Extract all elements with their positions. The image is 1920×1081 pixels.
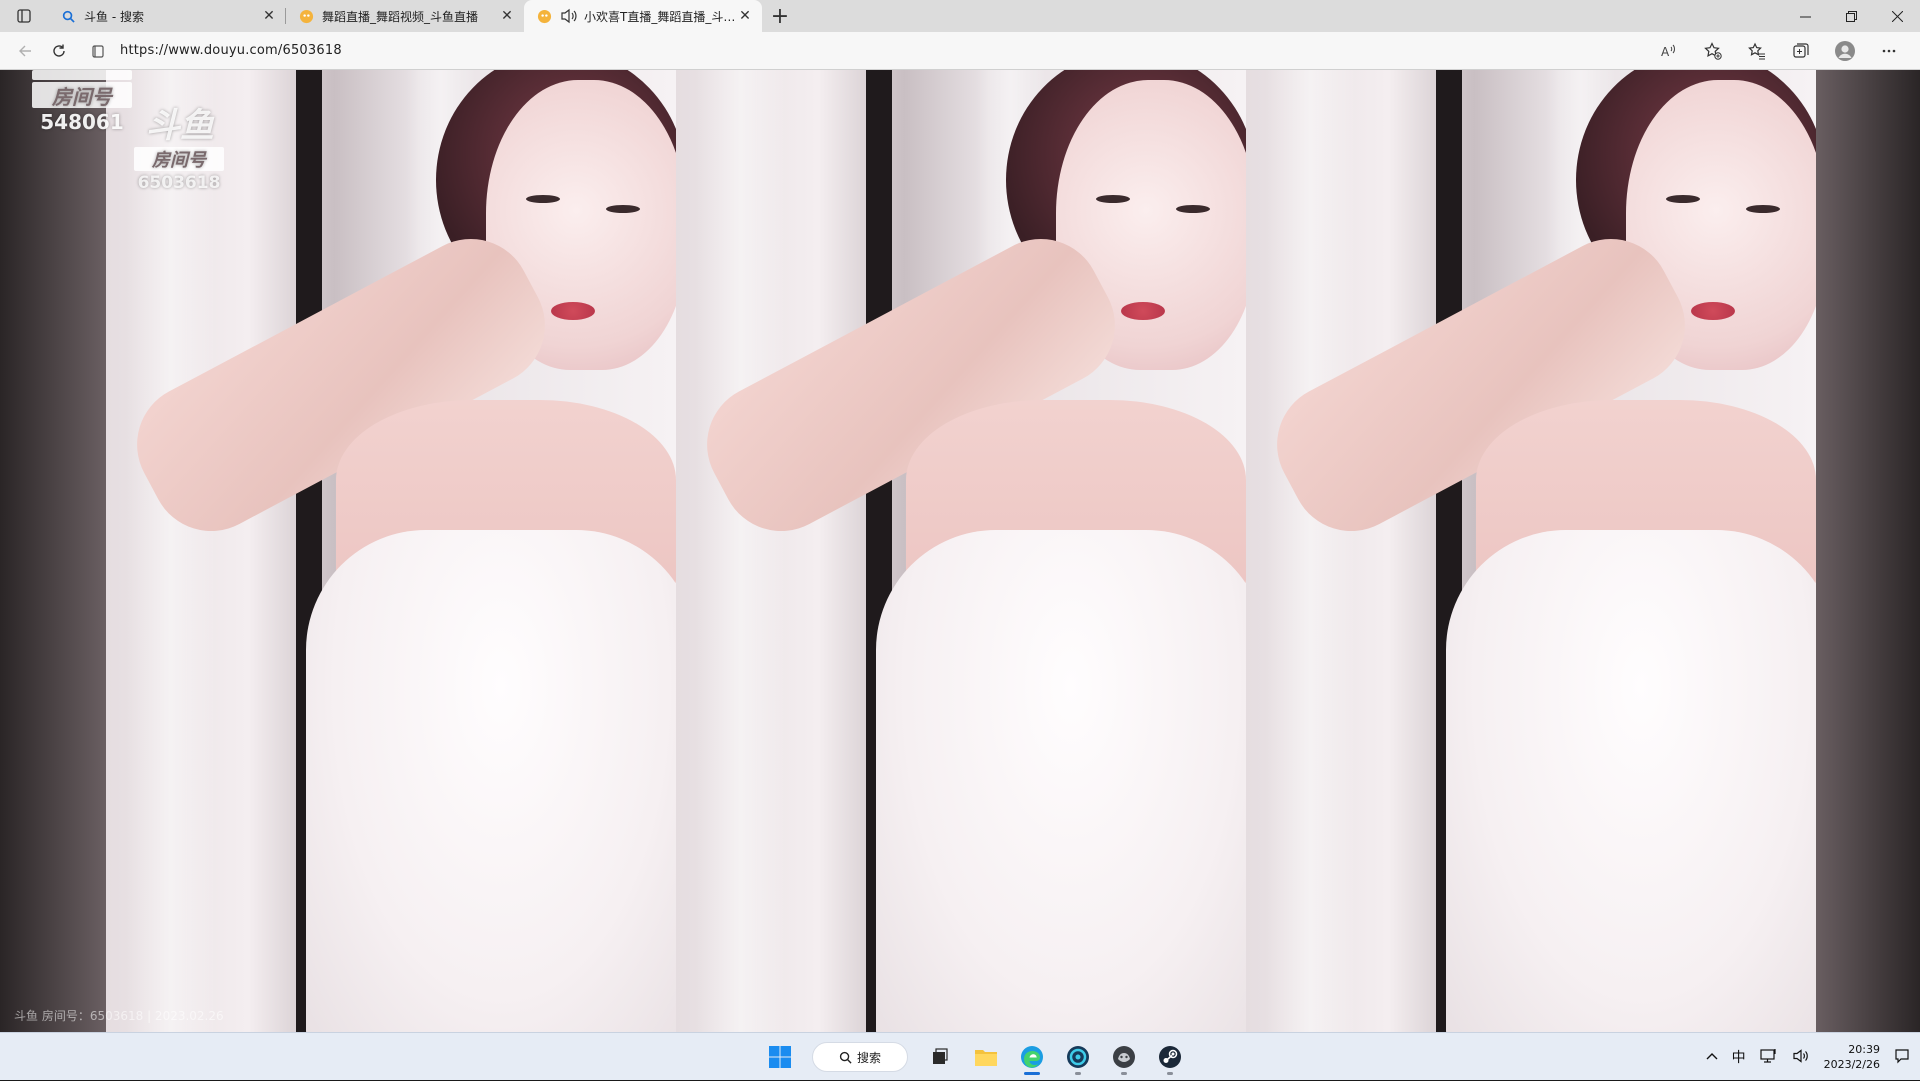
chevron-up-icon[interactable] xyxy=(1706,1050,1718,1064)
clock[interactable]: 20:39 2023/2/26 xyxy=(1824,1042,1880,1072)
folder-icon xyxy=(975,1050,997,1066)
read-aloud-button[interactable]: A xyxy=(1652,36,1686,66)
video-frame-panel xyxy=(1246,70,1816,1032)
tab-actions-button[interactable] xyxy=(0,0,48,32)
video-frame-panel xyxy=(106,70,676,1032)
tab-strip: 斗鱼 - 搜索 ✕ 舞蹈直播_舞蹈视频_斗鱼直播 ✕ 小欢喜T直播_舞蹈直播_斗… xyxy=(0,0,1920,32)
favorites-icon xyxy=(1748,42,1765,59)
taskbar: 搜索 中 20:39 2023/2/26 xyxy=(0,1032,1920,1080)
favorites-button[interactable] xyxy=(1740,36,1774,66)
read-aloud-icon: A xyxy=(1661,44,1675,59)
refresh-button[interactable] xyxy=(42,36,76,66)
arrow-left-icon xyxy=(19,45,31,56)
page-info-icon[interactable] xyxy=(90,43,106,59)
tab-dance-live[interactable]: 舞蹈直播_舞蹈视频_斗鱼直播 ✕ xyxy=(286,0,524,32)
start-button[interactable] xyxy=(760,1037,800,1077)
video-caption: 斗鱼 房间号：6503618 | 2023.02.26 xyxy=(14,1009,224,1023)
close-icon[interactable]: ✕ xyxy=(260,7,278,25)
watermark-room-number: 6503618 xyxy=(137,173,221,193)
steam-button[interactable] xyxy=(1150,1037,1190,1077)
app-button-blue-circle[interactable] xyxy=(1058,1037,1098,1077)
tab-title: 斗鱼 - 搜索 xyxy=(84,9,144,24)
douyu-watermark: 斗鱼 房间号 6503618 xyxy=(134,98,226,193)
edge-browser-button[interactable] xyxy=(1012,1037,1052,1077)
video-blur-right xyxy=(1814,70,1920,1032)
tab-douyu-search[interactable]: 斗鱼 - 搜索 ✕ xyxy=(48,0,286,32)
collections-icon xyxy=(1793,42,1809,58)
more-icon xyxy=(1882,49,1896,52)
game-app-icon xyxy=(1113,1046,1135,1068)
volume-icon[interactable] xyxy=(1792,1048,1810,1067)
running-indicator xyxy=(1075,1072,1081,1075)
clock-time: 20:39 xyxy=(1848,1043,1880,1056)
system-tray: 中 20:39 2023/2/26 xyxy=(1706,1033,1920,1081)
tab-title: 舞蹈直播_舞蹈视频_斗鱼直播 xyxy=(322,9,479,24)
address-bar[interactable]: https://www.douyu.com/6503618 xyxy=(82,36,1646,66)
browser-toolbar: https://www.douyu.com/6503618 A xyxy=(0,32,1920,70)
active-indicator xyxy=(1024,1072,1040,1075)
running-indicator xyxy=(1167,1072,1173,1075)
task-view-icon xyxy=(933,1048,948,1064)
app-button-game[interactable] xyxy=(1104,1037,1144,1077)
collections-button[interactable] xyxy=(1784,36,1818,66)
video-frame-panel xyxy=(676,70,1246,1032)
minimize-button[interactable] xyxy=(1782,0,1828,32)
star-add-icon xyxy=(1704,41,1722,60)
running-indicator xyxy=(1121,1072,1127,1075)
circle-app-icon xyxy=(1067,1046,1089,1068)
live-video-player[interactable]: 房间号 548061 斗鱼 房间号 6503618 斗鱼 房间号：6503618… xyxy=(0,70,1920,1032)
notification-icon[interactable] xyxy=(1894,1048,1910,1067)
douyu-favicon-icon xyxy=(536,8,552,24)
tab-room-live[interactable]: 小欢喜T直播_舞蹈直播_斗鱼直播 ✕ xyxy=(524,0,762,32)
close-icon[interactable]: ✕ xyxy=(498,7,516,25)
profile-button[interactable] xyxy=(1828,36,1862,66)
edge-icon xyxy=(1021,1046,1043,1068)
restore-icon xyxy=(1845,10,1857,22)
watermark-room-number: 548061 xyxy=(40,110,124,134)
douyu-logo: 斗鱼 xyxy=(146,106,214,146)
more-menu-button[interactable] xyxy=(1872,36,1906,66)
room-watermark: 房间号 548061 xyxy=(32,70,132,134)
clock-date: 2023/2/26 xyxy=(1823,1058,1880,1071)
avatar-icon xyxy=(1835,40,1855,61)
tab-actions-icon xyxy=(17,9,31,23)
search-icon xyxy=(60,8,76,24)
watermark-label: 房间号 xyxy=(32,82,132,109)
speaker-icon[interactable] xyxy=(560,8,578,24)
ime-indicator[interactable]: 中 xyxy=(1732,1047,1746,1067)
task-view-button[interactable] xyxy=(920,1037,960,1077)
window-controls xyxy=(1782,0,1920,32)
search-label: 搜索 xyxy=(856,1050,881,1065)
taskbar-apps: 搜索 xyxy=(760,1033,1190,1081)
steam-icon xyxy=(1159,1046,1181,1068)
minimize-icon xyxy=(1799,16,1811,17)
taskbar-search-button[interactable]: 搜索 xyxy=(812,1042,908,1072)
windows-logo-icon xyxy=(769,1046,791,1068)
restore-button[interactable] xyxy=(1828,0,1874,32)
url-text[interactable]: https://www.douyu.com/6503618 xyxy=(120,43,342,58)
close-window-button[interactable] xyxy=(1874,0,1920,32)
search-icon xyxy=(839,1051,852,1064)
tab-title: 小欢喜T直播_舞蹈直播_斗鱼直播 xyxy=(584,9,736,24)
svg-text:A: A xyxy=(1661,45,1670,59)
close-icon[interactable]: ✕ xyxy=(736,7,754,25)
video-blur-left xyxy=(0,70,106,1032)
toolbar-right-tools: A xyxy=(1652,36,1912,66)
refresh-icon xyxy=(53,44,65,57)
new-tab-button[interactable]: + xyxy=(762,0,798,32)
file-explorer-button[interactable] xyxy=(966,1037,1006,1077)
add-favorite-button[interactable] xyxy=(1696,36,1730,66)
close-icon xyxy=(1891,10,1903,22)
douyu-favicon-icon xyxy=(298,8,314,24)
network-icon[interactable] xyxy=(1759,1048,1778,1067)
back-button[interactable] xyxy=(8,36,42,66)
watermark-label: 房间号 xyxy=(134,147,224,171)
